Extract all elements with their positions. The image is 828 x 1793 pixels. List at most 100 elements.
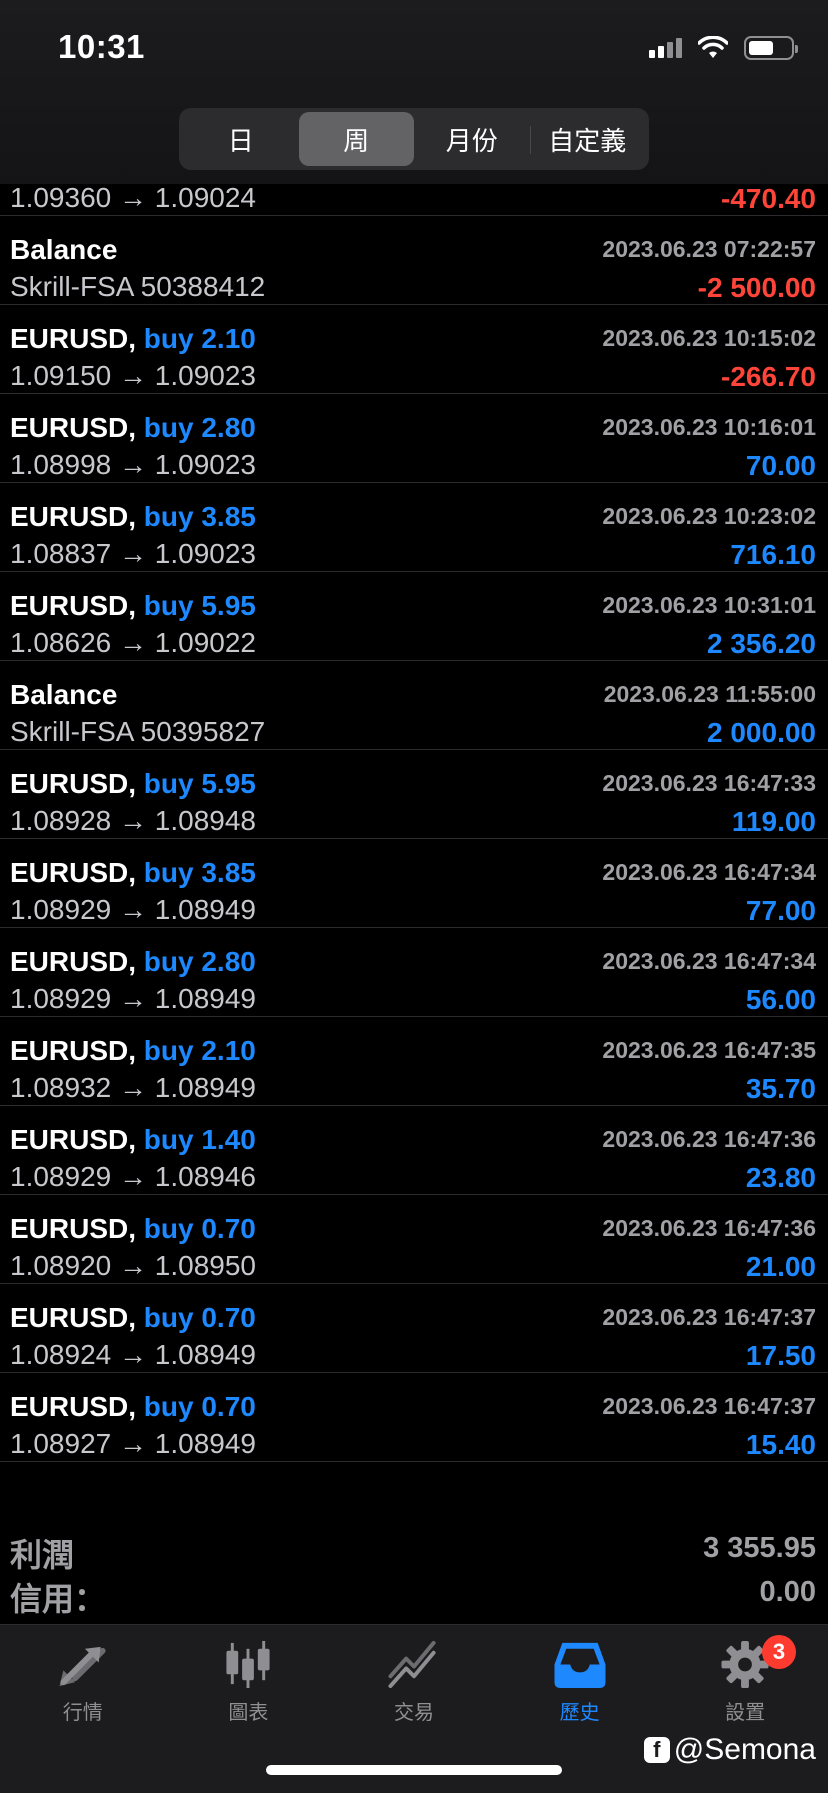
row-profit: -2 500.00 [697, 272, 816, 303]
quotes-arrows-icon [59, 1646, 106, 1687]
row-profit: 56.00 [745, 984, 816, 1015]
row-prices: 1.08927 → 1.08949 [10, 1428, 256, 1459]
tab-bar: 行情 圖表 交易 歷史 設置 3 f @Semona [0, 1624, 828, 1793]
wifi-icon [698, 36, 728, 58]
tab-trade[interactable]: 交易 [331, 1625, 497, 1725]
tab-history-label: 歷史 [559, 1702, 600, 1724]
profit-row: 利潤 3 355.95 [0, 1528, 828, 1573]
history-row[interactable]: EURUSD, buy 2.80 2023.06.23 16:47:34 1.089… [0, 928, 828, 1017]
profit-label: 利潤 [10, 1537, 75, 1573]
home-indicator[interactable] [266, 1765, 562, 1775]
row-prices: Skrill-FSA 50388412 [10, 271, 266, 302]
trade-direction: buy 3.85 [143, 501, 256, 532]
row-profit: -470.40 [721, 183, 816, 214]
row-profit: -266.70 [721, 361, 816, 392]
row-profit: 23.80 [745, 1162, 816, 1193]
period-selector: 日 周 月份 自定義 [179, 108, 649, 170]
tab-quotes[interactable]: 行情 [0, 1625, 166, 1725]
symbol-name: EURUSD, [10, 323, 137, 354]
row-profit: 716.10 [730, 539, 816, 570]
tab-settings-label: 設置 [725, 1702, 766, 1724]
history-row[interactable]: EURUSD, buy 3.85 2023.06.23 16:47:34 1.089… [0, 839, 828, 928]
row-prices: 1.08998 → 1.09023 [10, 449, 256, 480]
tab-quotes-label: 行情 [62, 1702, 103, 1724]
symbol-name: EURUSD, [10, 1302, 137, 1333]
history-row[interactable]: EURUSD, buy 1.40 2023.06.23 16:47:36 1.089… [0, 1106, 828, 1195]
trade-trend-icon [388, 1640, 436, 1689]
history-row[interactable]: EURUSD, buy 0.70 2023.06.23 16:47:36 1.089… [0, 1195, 828, 1284]
history-row[interactable]: EURUSD, buy 0.70 2023.06.23 16:47:37 1.089… [0, 1373, 828, 1462]
history-row[interactable]: EURUSD, buy 2.80 2023.06.23 10:16:01 1.089… [0, 394, 828, 483]
row-symbol: EURUSD, buy 2.10 [10, 323, 256, 355]
tab-custom[interactable]: 自定義 [529, 112, 646, 166]
tab-day[interactable]: 日 [183, 112, 299, 166]
row-datetime: 2023.06.23 16:47:33 [602, 770, 816, 796]
tab-week[interactable]: 周 [298, 112, 414, 166]
row-datetime: 2023.06.23 07:22:57 [602, 236, 816, 262]
row-prices: 1.08920 → 1.08950 [10, 1250, 256, 1281]
history-row[interactable]: EURUSD, buy 2.10 2023.06.23 10:15:02 1.091… [0, 305, 828, 394]
symbol-name: EURUSD, [10, 768, 137, 799]
row-profit: 70.00 [745, 450, 816, 481]
row-profit: 77.00 [745, 895, 816, 926]
row-symbol: Balance [10, 679, 117, 711]
row-prices: 1.08929 → 1.08949 [10, 983, 256, 1014]
trade-direction: buy 0.70 [143, 1391, 256, 1422]
status-time: 10:31 [58, 28, 145, 65]
row-symbol: EURUSD, buy 2.80 [10, 946, 256, 978]
battery-icon [744, 36, 798, 60]
row-symbol: EURUSD, buy 5.95 [10, 590, 256, 622]
facebook-icon: f [643, 1737, 670, 1763]
profit-value: 3 355.95 [703, 1532, 816, 1564]
row-datetime: 2023.06.23 16:47:34 [602, 948, 816, 974]
row-datetime: 2023.06.23 16:47:37 [602, 1393, 816, 1419]
credit-label: 信用： [10, 1581, 107, 1617]
row-symbol: EURUSD, buy 2.80 [10, 412, 256, 444]
row-datetime: 2023.06.23 10:15:02 [602, 325, 816, 351]
summary: 利潤 3 355.95 信用： 0.00 [0, 1528, 828, 1617]
row-profit: 15.40 [745, 1429, 816, 1460]
tab-chart[interactable]: 圖表 [166, 1625, 332, 1725]
row-datetime: 2023.06.23 10:16:01 [602, 414, 816, 440]
row-datetime: 2023.06.23 16:47:34 [602, 859, 816, 885]
notification-badge: 3 [761, 1635, 796, 1669]
history-row[interactable]: EURUSD, buy 5.95 2023.06.23 16:47:33 1.089… [0, 750, 828, 839]
trade-direction: buy 2.10 [143, 323, 256, 354]
history-row[interactable]: EURUSD, buy 5.95 2023.06.23 10:31:01 1.086… [0, 572, 828, 661]
symbol-name: EURUSD, [10, 1213, 137, 1244]
row-datetime: 2023.06.23 16:47:37 [602, 1304, 816, 1330]
row-prices: 1.08928 → 1.08948 [10, 805, 256, 836]
history-row[interactable]: EURUSD, buy 3.85 2023.06.23 10:23:02 1.088… [0, 483, 828, 572]
history-list: EURUSD, buy 1.402023.06.23 05:36:011.093… [0, 127, 828, 1462]
symbol-name: EURUSD, [10, 946, 137, 977]
history-row[interactable]: Balance 2023.06.23 07:22:57 Skrill-FSA 50… [0, 216, 828, 305]
history-row[interactable]: Balance 2023.06.23 11:55:00 Skrill-FSA 50… [0, 661, 828, 750]
trade-direction: buy 5.95 [143, 590, 256, 621]
row-prices: 1.09360 → 1.09024 [10, 182, 256, 213]
tab-month[interactable]: 月份 [414, 112, 530, 166]
history-inbox-icon [554, 1642, 606, 1689]
row-datetime: 2023.06.23 10:31:01 [602, 592, 816, 618]
history-row[interactable]: EURUSD, buy 0.70 2023.06.23 16:47:37 1.089… [0, 1284, 828, 1373]
row-prices: 1.09150 → 1.09023 [10, 360, 256, 391]
symbol-name: Balance [10, 679, 118, 710]
row-symbol: EURUSD, buy 2.10 [10, 1035, 256, 1067]
symbol-name: EURUSD, [10, 590, 137, 621]
trade-direction: buy 1.40 [143, 1124, 256, 1155]
row-prices: 1.08924 → 1.08949 [10, 1339, 256, 1370]
symbol-name: EURUSD, [10, 1391, 137, 1422]
tab-history[interactable]: 歷史 [497, 1625, 663, 1725]
row-profit: 119.00 [731, 806, 816, 837]
symbol-name: EURUSD, [10, 1035, 137, 1066]
row-symbol: EURUSD, buy 0.70 [10, 1391, 256, 1423]
row-profit: 2 000.00 [707, 717, 816, 748]
tab-settings[interactable]: 設置 3 [662, 1625, 828, 1725]
status-icons [649, 36, 798, 60]
row-profit: 21.00 [745, 1251, 816, 1282]
trade-direction: buy 2.80 [143, 412, 256, 443]
trade-direction: buy 2.80 [143, 946, 256, 977]
row-symbol: EURUSD, buy 5.95 [10, 768, 256, 800]
candlestick-chart-icon [226, 1640, 270, 1689]
row-prices: 1.08929 → 1.08949 [10, 894, 256, 925]
history-row[interactable]: EURUSD, buy 2.10 2023.06.23 16:47:35 1.089… [0, 1017, 828, 1106]
